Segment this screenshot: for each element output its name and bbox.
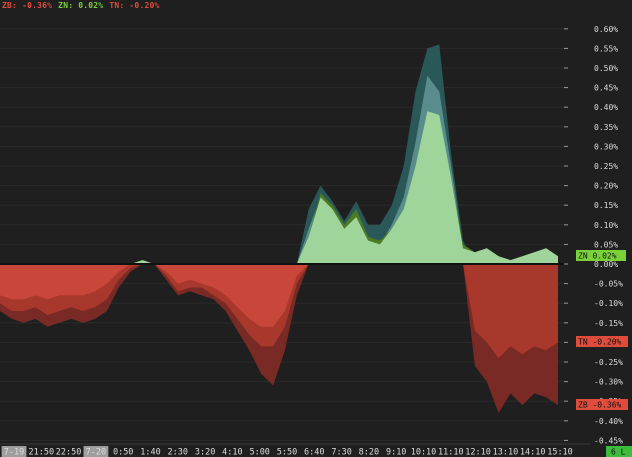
y-tick-label: 0.25% xyxy=(594,162,618,171)
x-tick-label: 9:10 xyxy=(386,448,406,457)
x-tick-label: 7-20 xyxy=(86,448,106,457)
x-tick-label: 0:50 xyxy=(113,448,133,457)
tn-badge: TN -0.20% xyxy=(578,338,622,347)
y-tick-label: 0.20% xyxy=(594,182,618,191)
x-tick-label: 7:30 xyxy=(331,448,351,457)
legend: ZB: -0.36% ZN: 0.02% TN: -0.20% xyxy=(2,1,166,10)
x-tick-label: 12:10 xyxy=(465,448,491,457)
x-tick-label: 10:10 xyxy=(411,448,437,457)
price-chart[interactable]: 0.60% 0.55% 0.50% 0.45% 0.40% 0.35% 0.30% 0.25%… xyxy=(0,0,632,457)
y-tick-label: 0.50% xyxy=(594,64,618,73)
y-tick-label: 0.55% xyxy=(594,44,618,53)
x-tick-label: 2:30 xyxy=(168,448,188,457)
x-tick-label: 5:00 xyxy=(249,448,269,457)
x-tick-label: 21:50 xyxy=(29,448,55,457)
zb-badge: ZB -0.36% xyxy=(578,401,622,410)
y-tick-label: 0.45% xyxy=(594,84,618,93)
x-tick-label: 4:10 xyxy=(222,448,242,457)
y-tick-label: 0.15% xyxy=(594,201,618,210)
x-tick-label: 6:40 xyxy=(304,448,324,457)
zn-badge: ZN 0.02% xyxy=(578,252,617,261)
y-tick-label: -0.10% xyxy=(594,299,623,308)
y-tick-label: 0.05% xyxy=(594,240,618,249)
x-tick-label: 8:20 xyxy=(359,448,379,457)
y-tick-label: -0.45% xyxy=(594,436,623,445)
y-tick-label: -0.40% xyxy=(594,417,623,426)
x-tick-label: 15:10 xyxy=(547,448,573,457)
x-tick-label: 13:10 xyxy=(493,448,519,457)
x-tick-label: 1:40 xyxy=(140,448,160,457)
y-tick-label: 0.60% xyxy=(594,25,618,34)
legend-zb: ZB: -0.36% xyxy=(2,1,53,10)
legend-tn: TN: -0.20% xyxy=(109,1,160,10)
y-tick-label: -0.25% xyxy=(594,358,623,367)
y-tick-label: 0.30% xyxy=(594,142,618,151)
x-tick-label: 22:50 xyxy=(56,448,82,457)
y-tick-label: -0.15% xyxy=(594,319,623,328)
y-tick-label: 0.00% xyxy=(594,260,618,269)
x-tick-label: 3:20 xyxy=(195,448,215,457)
x-tick-label: 11:10 xyxy=(438,448,464,457)
legend-zn: ZN: 0.02% xyxy=(58,1,104,10)
y-tick-label: 0.40% xyxy=(594,103,618,112)
y-tick-label: -0.05% xyxy=(594,280,623,289)
x-tick-label: 7-19 xyxy=(4,448,24,457)
x-tick-label: 14:10 xyxy=(520,448,546,457)
x-tick-label: 5:50 xyxy=(277,448,297,457)
y-tick-label: 0.10% xyxy=(594,221,618,230)
y-tick-label: -0.30% xyxy=(594,378,623,387)
corner-badge: 6 L xyxy=(611,448,626,457)
y-tick-label: 0.35% xyxy=(594,123,618,132)
